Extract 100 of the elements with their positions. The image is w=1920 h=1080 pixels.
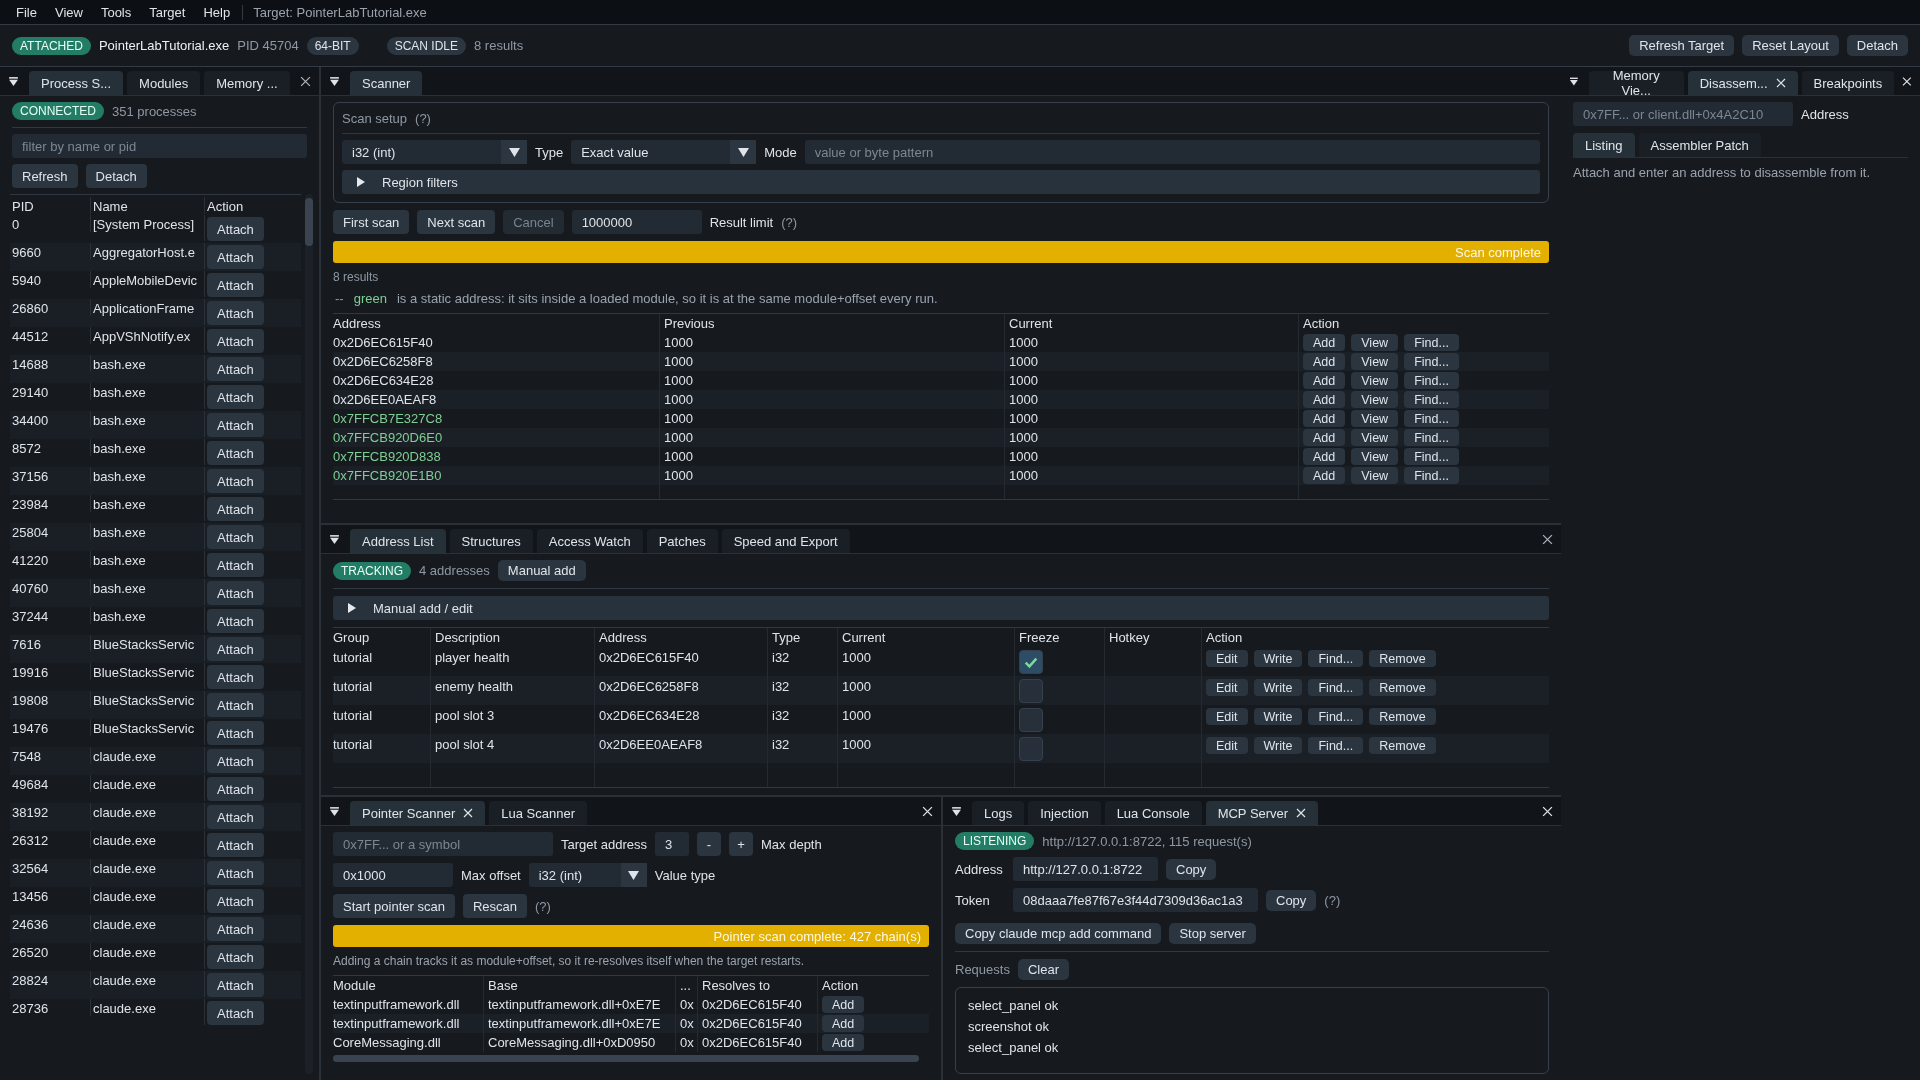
clear-button[interactable]: Clear: [1017, 959, 1069, 980]
row-action-button[interactable]: View: [1351, 410, 1399, 427]
attach-button[interactable]: Attach: [207, 665, 264, 689]
attach-button[interactable]: Attach: [207, 945, 264, 969]
increment-button[interactable]: +: [729, 832, 753, 856]
attach-button[interactable]: Attach: [207, 553, 264, 577]
collapse-icon[interactable]: [329, 533, 340, 545]
menu-item[interactable]: View: [54, 4, 83, 20]
attach-button[interactable]: Attach: [207, 693, 264, 717]
row-action-button[interactable]: Write: [1253, 708, 1303, 725]
attach-button[interactable]: Attach: [207, 889, 264, 913]
attach-button[interactable]: Attach: [207, 721, 264, 745]
row-action-button[interactable]: Find...: [1404, 372, 1459, 389]
manual-edit-header[interactable]: Manual add / edit: [333, 596, 1549, 620]
row-action-button[interactable]: Find...: [1404, 353, 1459, 370]
manual-add-button[interactable]: Manual add: [497, 560, 586, 581]
decrement-button[interactable]: -: [697, 832, 721, 856]
address-field[interactable]: http://127.0.0.1:8722: [1013, 857, 1158, 881]
menu-item[interactable]: Tools: [100, 4, 132, 20]
panel-tab[interactable]: Modules: [127, 71, 201, 95]
row-action-button[interactable]: View: [1351, 429, 1399, 446]
row-action-button[interactable]: Find...: [1404, 410, 1459, 427]
row-action-button[interactable]: Add: [1303, 391, 1346, 408]
freeze-checkbox[interactable]: [1019, 679, 1043, 703]
panel-tab[interactable]: Disassem...: [1687, 71, 1798, 95]
attach-button[interactable]: Attach: [207, 217, 264, 241]
freeze-checkbox[interactable]: [1019, 708, 1043, 732]
attach-button[interactable]: Attach: [207, 357, 264, 381]
panel-tab[interactable]: Injection: [1028, 801, 1101, 825]
attach-button[interactable]: Attach: [207, 609, 264, 633]
row-action-button[interactable]: Add: [1303, 429, 1346, 446]
max-depth-field[interactable]: 3: [655, 832, 689, 856]
panel-tab[interactable]: Speed and Export: [721, 529, 850, 553]
attach-button[interactable]: Attach: [207, 581, 264, 605]
value-type-select[interactable]: i32 (int): [528, 863, 647, 887]
row-action-button[interactable]: Find...: [1308, 650, 1364, 667]
add-button[interactable]: Add: [822, 1015, 865, 1032]
row-action-button[interactable]: View: [1351, 448, 1399, 465]
row-action-button[interactable]: Add: [1303, 372, 1346, 389]
attach-button[interactable]: Attach: [207, 1001, 264, 1025]
attach-button[interactable]: Attach: [207, 861, 264, 885]
result-limit-field[interactable]: 1000000: [571, 210, 702, 234]
sub-tab[interactable]: Listing: [1573, 133, 1635, 157]
panel-tab[interactable]: Process S...: [29, 71, 124, 95]
row-action-button[interactable]: Add: [1303, 467, 1346, 484]
attach-button[interactable]: Attach: [207, 413, 264, 437]
panel-tab[interactable]: Memory ...: [204, 71, 290, 95]
panel-tab[interactable]: Scanner: [350, 71, 423, 95]
row-action-button[interactable]: Write: [1253, 650, 1303, 667]
panel-tab[interactable]: Patches: [646, 529, 718, 553]
server-button[interactable]: Stop server: [1169, 923, 1256, 944]
toolbar-button[interactable]: Reset Layout: [1742, 35, 1839, 56]
scrollbar[interactable]: [305, 194, 313, 1074]
attach-button[interactable]: Attach: [207, 973, 264, 997]
panel-button[interactable]: Refresh: [12, 164, 78, 188]
toolbar-button[interactable]: Refresh Target: [1629, 35, 1735, 56]
row-action-button[interactable]: View: [1351, 353, 1399, 370]
attach-button[interactable]: Attach: [207, 273, 264, 297]
close-icon[interactable]: [300, 75, 311, 87]
menu-item[interactable]: File: [16, 4, 37, 20]
row-action-button[interactable]: View: [1351, 467, 1399, 484]
attach-button[interactable]: Attach: [207, 469, 264, 493]
row-action-button[interactable]: Find...: [1404, 429, 1459, 446]
value-field[interactable]: value or byte pattern: [804, 140, 1540, 164]
freeze-checkbox[interactable]: [1019, 650, 1043, 674]
attach-button[interactable]: Attach: [207, 301, 264, 325]
panel-tab[interactable]: Logs: [972, 801, 1025, 825]
filter-field[interactable]: filter by name or pid: [12, 134, 307, 158]
freeze-checkbox[interactable]: [1019, 737, 1043, 761]
attach-button[interactable]: Attach: [207, 749, 264, 773]
panel-tab[interactable]: Address List: [350, 529, 446, 553]
attach-button[interactable]: Attach: [207, 833, 264, 857]
attach-button[interactable]: Attach: [207, 777, 264, 801]
attach-button[interactable]: Attach: [207, 525, 264, 549]
scan-button[interactable]: First scan: [333, 210, 410, 234]
menu-item[interactable]: Help: [203, 4, 231, 20]
panel-tab[interactable]: Lua Scanner: [489, 801, 587, 825]
row-action-button[interactable]: Add: [1303, 334, 1346, 351]
value-type-select[interactable]: i32 (int): [342, 140, 527, 164]
panel-tab[interactable]: Structures: [449, 529, 533, 553]
row-action-button[interactable]: Remove: [1369, 737, 1436, 754]
row-action-button[interactable]: Add: [1303, 410, 1346, 427]
row-action-button[interactable]: Add: [1303, 448, 1346, 465]
toolbar-button[interactable]: Detach: [1846, 35, 1908, 56]
panel-tab[interactable]: Access Watch: [536, 529, 643, 553]
token-field[interactable]: 08daaa7fe87f67e3f44d7309d36ac1a3: [1013, 888, 1258, 912]
row-action-button[interactable]: Write: [1253, 679, 1303, 696]
collapse-icon[interactable]: [1569, 75, 1579, 87]
panel-tab[interactable]: Pointer Scanner: [350, 801, 486, 825]
panel-tab[interactable]: Memory Vie...: [1588, 71, 1684, 95]
copy-button[interactable]: Copy: [1166, 858, 1217, 880]
row-action-button[interactable]: Find...: [1404, 334, 1459, 351]
address-field[interactable]: 0x7FF... or client.dll+0x4A2C10: [1573, 102, 1793, 126]
panel-tab[interactable]: Breakpoints: [1801, 71, 1895, 95]
menu-item[interactable]: Target: [149, 4, 186, 20]
panel-tab[interactable]: Lua Console: [1104, 801, 1202, 825]
server-button[interactable]: Copy claude mcp add command: [955, 923, 1162, 944]
collapse-icon[interactable]: [329, 805, 340, 817]
attach-button[interactable]: Attach: [207, 917, 264, 941]
target-address-field[interactable]: 0x7FF... or a symbol: [333, 832, 553, 856]
